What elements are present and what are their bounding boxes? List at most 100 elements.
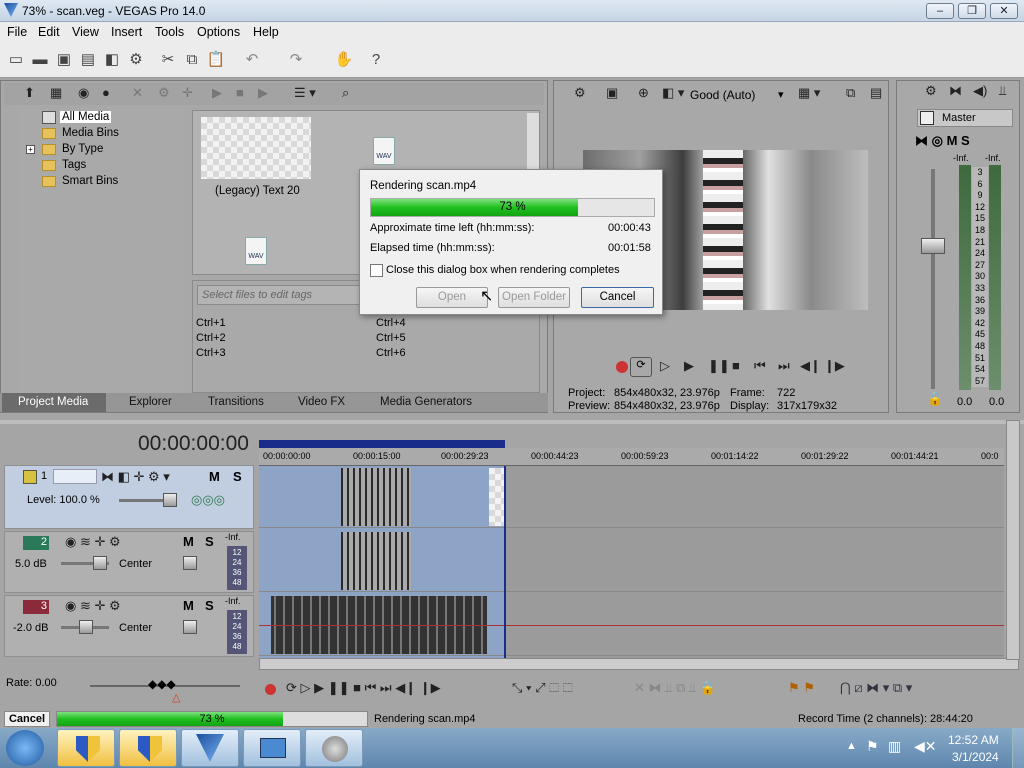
delete-icon[interactable]: ✕ ⧓ ⫫ ⧉ ⫫ 🔒	[634, 680, 716, 696]
tree-media-bins[interactable]: Media Bins	[62, 127, 119, 139]
open-button[interactable]: Open	[416, 287, 488, 308]
wav-file-icon[interactable]: WAV	[373, 137, 395, 165]
preview-settings-icon[interactable]: ⚙	[574, 85, 586, 101]
play-media-icon[interactable]: ▶	[212, 85, 222, 101]
action-center-icon[interactable]: ⚑	[866, 738, 879, 755]
play-icon[interactable]: ▶	[684, 358, 694, 374]
snap-icon[interactable]: ⋂ ⧄ ⧓ ▾ ⧉ ▾	[840, 680, 912, 696]
search-icon[interactable]: ⌕	[342, 85, 349, 101]
save-snapshot-icon[interactable]: ▤	[870, 85, 882, 101]
autopreview-icon[interactable]: ▶	[258, 85, 268, 101]
tab-project-media[interactable]: Project Media	[18, 396, 88, 408]
properties-icon[interactable]: ⚙	[126, 50, 146, 70]
generator-icon[interactable]: ✛	[182, 85, 193, 101]
video-event[interactable]	[341, 468, 411, 526]
tab-video-fx[interactable]: Video FX	[298, 396, 345, 408]
audio-event[interactable]	[341, 532, 411, 590]
copy-icon[interactable]: ⧉	[182, 50, 202, 70]
save-as-icon[interactable]: ▤	[78, 50, 98, 70]
open-icon[interactable]: ▬	[30, 50, 50, 70]
render-icon[interactable]: ◧	[102, 50, 122, 70]
speaker-icon[interactable]: ◀)	[973, 83, 987, 99]
volume-slider-thumb[interactable]	[93, 556, 107, 570]
pan-slider-thumb[interactable]	[183, 556, 197, 570]
undo-icon[interactable]: ↶	[242, 50, 262, 70]
tab-explorer[interactable]: Explorer	[129, 396, 172, 408]
master-fx-icon[interactable]: ⧓	[949, 83, 962, 99]
track-motion-icon[interactable]: ⧓ ◧ ✛ ⚙ ▾	[101, 469, 170, 485]
menu-view[interactable]: View	[72, 25, 99, 39]
solo-button[interactable]: S	[205, 598, 214, 613]
time-ruler[interactable]: 00:00:00:00 00:00:15:00 00:00:29:23 00:0…	[259, 448, 1004, 466]
edit-tools-icon[interactable]: ⤡ ▾ ⤢ ⬚ ⬚	[512, 680, 573, 696]
level-slider-thumb[interactable]	[163, 493, 177, 507]
loop-region[interactable]	[259, 440, 505, 448]
clock-time[interactable]: 12:52 AM	[948, 733, 999, 747]
loop-icon[interactable]: ⟳	[630, 357, 652, 377]
close-window-button[interactable]: ✕	[990, 3, 1018, 19]
timeline-hscrollbar[interactable]	[259, 658, 1019, 670]
pause-icon[interactable]: ❚❚	[708, 358, 730, 374]
audio-track-icons[interactable]: ◉ ≋ ✛ ⚙	[65, 534, 121, 550]
external-monitor-icon[interactable]: ▣	[606, 85, 618, 101]
menu-insert[interactable]: Insert	[111, 25, 142, 39]
uac-app-2[interactable]	[119, 729, 177, 767]
wav-file-icon[interactable]: WAV	[245, 237, 267, 265]
lane-audio-3[interactable]	[259, 594, 1004, 656]
marker-icon[interactable]: ⚑ ⚑	[788, 680, 815, 696]
save-icon[interactable]: ▣	[54, 50, 74, 70]
prev-icon[interactable]: ⏮	[754, 358, 766, 374]
plugin-icon[interactable]: ✋	[334, 50, 354, 70]
preview-quality[interactable]: Good (Auto)	[690, 88, 755, 102]
views-icon[interactable]: ☰ ▾	[294, 85, 316, 101]
track-header-audio-3[interactable]: 3 ◉ ≋ ✛ ⚙ M S -Inf. -2.0 dB Center 12 24 3…	[4, 595, 254, 657]
master-settings-icon[interactable]: ⚙	[925, 83, 937, 99]
expand-icon[interactable]: +	[26, 145, 35, 154]
track-header-audio-2[interactable]: 2 ◉ ≋ ✛ ⚙ M S -Inf. 5.0 dB Center 12 24 36…	[4, 531, 254, 593]
help-icon[interactable]: ?	[366, 50, 386, 70]
volume-slider-thumb[interactable]	[79, 620, 93, 634]
mixer-icon[interactable]: ⫫	[999, 83, 1006, 99]
tree-tags[interactable]: Tags	[62, 159, 86, 171]
cancel-render-button[interactable]: Cancel	[581, 287, 654, 308]
lock-icon[interactable]: 🔒	[927, 391, 943, 407]
menu-tools[interactable]: Tools	[155, 25, 184, 39]
record-icon[interactable]	[616, 361, 628, 373]
track-header-video[interactable]: 1 ⧓ ◧ ✛ ⚙ ▾ M S Level: 100.0 % ◎◎◎	[4, 465, 254, 529]
redo-icon[interactable]: ↷	[286, 50, 306, 70]
stop-media-icon[interactable]: ■	[236, 85, 244, 100]
menu-options[interactable]: Options	[197, 25, 240, 39]
next-icon[interactable]: ⏭	[778, 358, 790, 374]
rate-thumb[interactable]: ◆◆◆	[148, 677, 176, 691]
text-event[interactable]	[489, 468, 505, 526]
tree-smart-bins[interactable]: Smart Bins	[62, 175, 118, 187]
track-lanes[interactable]	[259, 466, 1004, 658]
maximize-button[interactable]: ❐	[958, 3, 986, 19]
mute-button[interactable]: M	[183, 534, 194, 549]
minimize-button[interactable]: –	[926, 3, 954, 19]
media-fx-icon[interactable]: ⚙	[158, 85, 170, 101]
start-button[interactable]	[6, 730, 44, 766]
network-icon[interactable]: ▥	[888, 738, 901, 755]
audio-track-icons[interactable]: ◉ ≋ ✛ ⚙	[65, 598, 121, 614]
splitter[interactable]	[0, 420, 1024, 424]
dvd-import-icon[interactable]: ◉	[78, 85, 89, 101]
record-icon[interactable]	[265, 684, 276, 695]
tree-by-type[interactable]: By Type	[62, 143, 103, 155]
status-cancel-button[interactable]: Cancel	[4, 711, 50, 727]
media-player-app[interactable]	[305, 729, 363, 767]
loop-icon[interactable]: ⟳ ▷ ▶ ❚❚ ■ ⏮ ⏭ ◀❙ ❙▶	[286, 680, 441, 696]
tree-all-media[interactable]: All Media	[60, 111, 112, 123]
paste-icon[interactable]: 📋	[206, 50, 226, 70]
capture-icon[interactable]: ▦	[50, 85, 62, 101]
clock-date[interactable]: 3/1/2024	[952, 750, 999, 764]
solo-button[interactable]: S	[233, 469, 242, 484]
next-frame-icon[interactable]: ❙▶	[824, 358, 845, 374]
mute-button[interactable]: M	[209, 469, 220, 484]
compositing-icon[interactable]: ◎◎◎	[191, 492, 225, 508]
stop-icon[interactable]: ■	[732, 358, 740, 373]
grid-icon[interactable]: ▦ ▾	[798, 85, 820, 101]
volume-envelope[interactable]	[259, 625, 1004, 626]
timeline-vscrollbar[interactable]	[1006, 420, 1020, 660]
text-media-thumbnail[interactable]	[201, 117, 311, 179]
